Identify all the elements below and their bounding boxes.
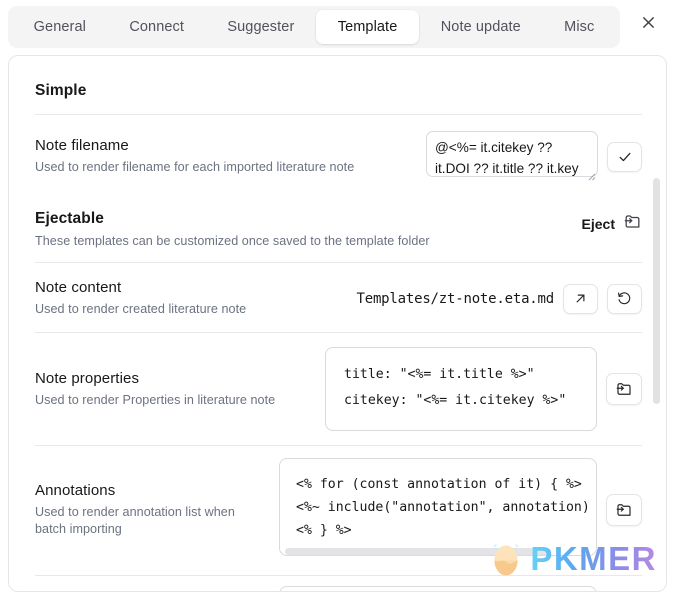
tab-general[interactable]: General (12, 10, 108, 44)
eject-button-label: Eject (581, 216, 615, 232)
section-header-ejectable: Ejectable These templates can be customi… (35, 196, 642, 248)
note-filename-input[interactable] (426, 131, 598, 177)
row-note-filename: Note filename Used to render filename fo… (35, 115, 642, 196)
row-annotations: Annotations Used to render annotation li… (35, 446, 642, 576)
row-description-note-content: Used to render created literature note (35, 302, 247, 316)
annotations-input[interactable] (279, 458, 597, 556)
annotations-input-wrapper (279, 458, 597, 561)
panel-scrollbar-thumb[interactable] (653, 178, 660, 404)
row-note-properties: Note properties Used to render Propertie… (35, 333, 642, 446)
note-content-open-button[interactable] (563, 283, 598, 314)
note-properties-eject-button[interactable] (606, 373, 642, 405)
settings-window: General Connect Suggester Template Note … (0, 0, 675, 599)
row-description-annotations: Used to render annotation list when batc… (35, 504, 235, 536)
tab-note-update[interactable]: Note update (419, 10, 542, 44)
settings-tabbar: General Connect Suggester Template Note … (8, 6, 620, 48)
settings-panel: Simple Note filename Used to render file… (8, 55, 667, 592)
tab-template[interactable]: Template (316, 10, 420, 44)
note-content-path-value: Templates/zt-note.eta.md (356, 290, 555, 307)
panel-scrollbar-track[interactable] (653, 58, 663, 591)
note-filename-confirm-button[interactable] (607, 141, 642, 172)
section-header-simple: Simple (35, 56, 642, 100)
row-label-note-properties: Note properties (35, 369, 140, 387)
annotations-eject-button[interactable] (606, 493, 642, 526)
tab-suggester[interactable]: Suggester (206, 10, 316, 44)
eject-button[interactable]: Eject (582, 210, 642, 236)
row-label-annotations: Annotations (35, 481, 116, 499)
settings-scroll-content: Simple Note filename Used to render file… (9, 56, 666, 591)
close-icon[interactable] (633, 7, 663, 37)
row-label-note-content: Note content (35, 279, 122, 296)
section-description-ejectable: These templates can be customized once s… (35, 234, 430, 248)
row-description-note-filename: Used to render filename for each importe… (35, 160, 355, 174)
tab-connect[interactable]: Connect (108, 10, 206, 44)
row-next-partial (35, 576, 642, 591)
folder-export-icon (623, 212, 642, 236)
note-filename-input-wrapper (426, 131, 598, 182)
row-label-note-filename: Note filename (35, 137, 129, 154)
annotations-horizontal-scrollbar[interactable] (285, 548, 551, 555)
section-title-ejectable: Ejectable (35, 210, 104, 227)
next-template-input[interactable] (279, 586, 597, 591)
note-properties-input[interactable] (325, 347, 597, 431)
section-title-simple: Simple (35, 82, 87, 99)
row-note-content: Note content Used to render created lite… (35, 263, 642, 333)
note-content-reset-button[interactable] (607, 283, 642, 314)
tab-misc[interactable]: Misc (542, 10, 616, 44)
row-description-note-properties: Used to render Properties in literature … (35, 392, 276, 407)
